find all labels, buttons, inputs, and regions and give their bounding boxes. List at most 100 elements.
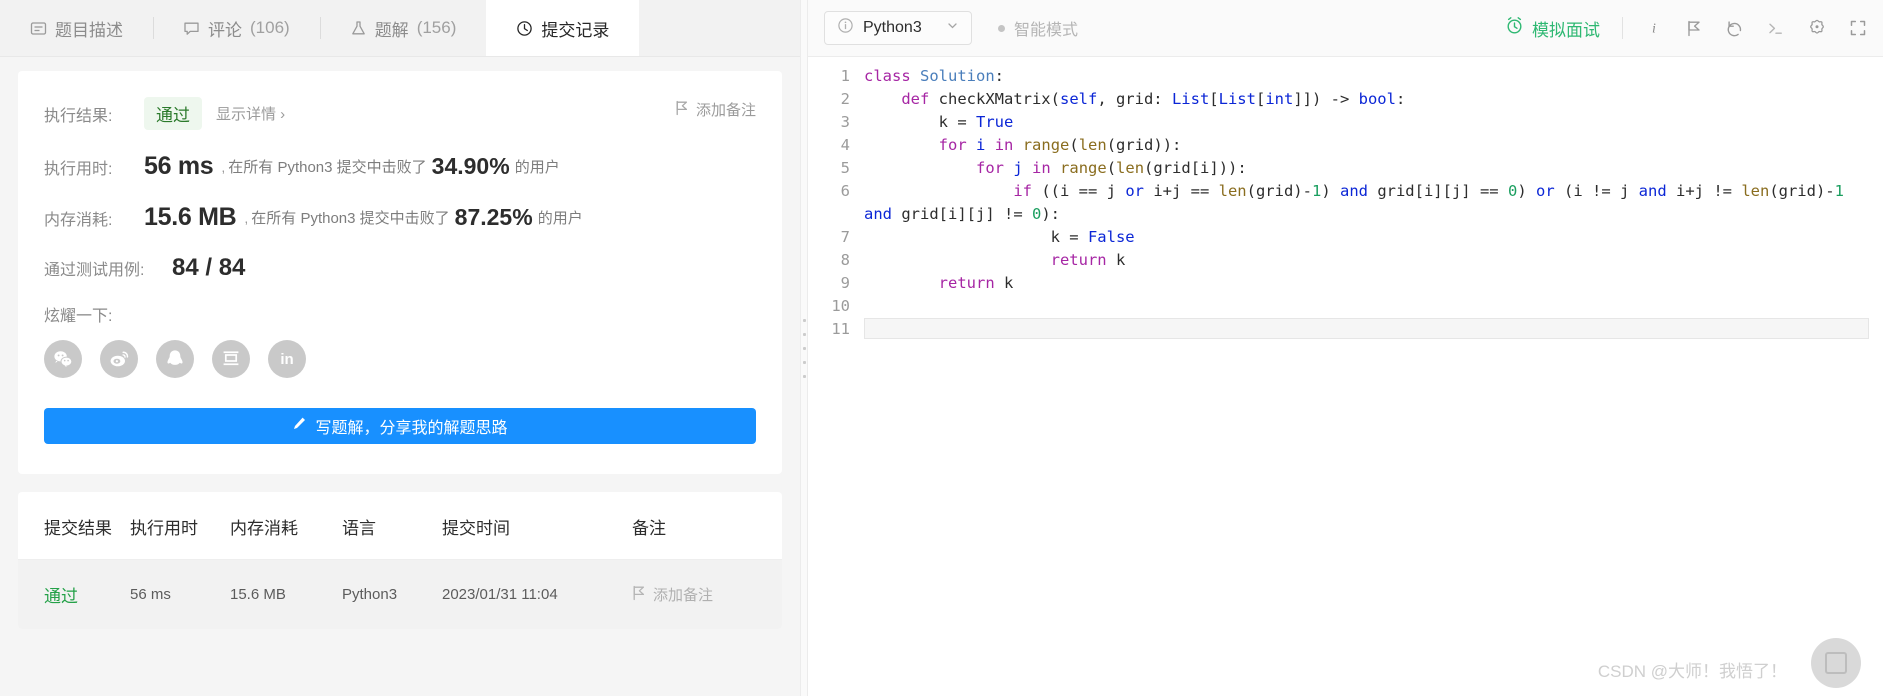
toolbar-divider	[1622, 17, 1623, 39]
memory-percentile: 87.25%	[454, 204, 533, 230]
qq-icon[interactable]	[156, 340, 194, 378]
weibo-icon[interactable]	[100, 340, 138, 378]
runtime-comma: ,	[221, 158, 226, 175]
code-line: 2 def checkXMatrix(self, grid: List[List…	[808, 88, 1883, 111]
editor-toolbar-right: 模拟面试 i	[1505, 16, 1867, 41]
mock-interview-button[interactable]: 模拟面试	[1505, 16, 1600, 41]
tab-label: 题目描述	[55, 20, 123, 40]
code-text: k = False	[864, 228, 1135, 246]
code-line: 7 k = False	[808, 226, 1883, 249]
line-number: 5	[840, 159, 850, 177]
table-header-row: 提交结果 执行用时 内存消耗 语言 提交时间 备注	[18, 492, 782, 560]
runtime-row: 执行用时: 56 ms , 在所有 Python3 提交中击败了 34.90% …	[44, 152, 756, 181]
tab-solutions[interactable]: 题解 (156)	[319, 0, 487, 56]
runtime-suffix: 的用户	[514, 159, 560, 176]
cell-runtime: 56 ms	[130, 559, 230, 629]
watermark-text: CSDN @大师！我悟了！	[1597, 662, 1787, 681]
editor-panel: Python3 智能模式 模拟面试 i 1 class Solution: 2 …	[808, 0, 1883, 696]
splitter-dot	[802, 332, 806, 336]
write-solution-button[interactable]: 写题解，分享我的解题思路	[44, 408, 756, 444]
code-text: def checkXMatrix(self, grid: List[List[i…	[901, 90, 1406, 108]
tab-label: 评论	[208, 20, 242, 40]
th-runtime: 执行用时	[130, 492, 230, 560]
code-text: k = True	[864, 113, 1014, 131]
line-number: 3	[840, 113, 850, 131]
wechat-icon[interactable]	[44, 340, 82, 378]
console-icon[interactable]	[1766, 19, 1785, 38]
memory-suffix: 的用户	[537, 210, 583, 227]
row-status[interactable]: 通过	[44, 587, 78, 606]
panel-splitter[interactable]	[800, 0, 808, 696]
line-number: 2	[840, 90, 850, 108]
tab-submissions[interactable]: 提交记录	[486, 0, 640, 56]
expand-glyph	[1825, 652, 1847, 674]
language-selector[interactable]: Python3	[824, 11, 972, 45]
th-timestamp: 提交时间	[442, 492, 632, 560]
code-line: 9 return k	[808, 272, 1883, 295]
tab-description[interactable]: 题目描述	[0, 0, 153, 56]
leetcode-submission-page: 题目描述 评论 (106) 题解 (156) 提交记录 添加备注 执行结果: 通…	[0, 0, 1883, 696]
code-text: if ((i == j or i+j == len(grid)-1) and g…	[864, 182, 1844, 223]
line-number: 8	[840, 251, 850, 269]
code-line-active: 11	[808, 318, 1883, 341]
testcase-label: 通过测试用例:	[44, 262, 145, 279]
info-icon[interactable]: i	[1645, 19, 1663, 37]
splitter-dot	[802, 360, 806, 364]
tab-comments[interactable]: 评论 (106)	[153, 0, 320, 56]
undo-icon[interactable]	[1725, 19, 1744, 38]
tab-count: (156)	[416, 18, 457, 37]
tab-label: 题解	[374, 20, 409, 40]
status-badge: 通过	[144, 97, 202, 130]
exec-result-row: 执行结果: 通过 显示详情 ›	[44, 97, 756, 130]
editor-toolbar: Python3 智能模式 模拟面试 i	[808, 0, 1883, 57]
mock-interview-label: 模拟面试	[1532, 20, 1600, 40]
alarm-clock-icon	[1505, 16, 1524, 40]
splitter-dot	[802, 346, 806, 350]
runtime-beat-text: 在所有 Python3 提交中击败了	[228, 159, 427, 176]
submissions-table: 提交结果 执行用时 内存消耗 语言 提交时间 备注 通过 56 ms 15.6 …	[18, 492, 782, 629]
runtime-value: 56 ms	[144, 152, 214, 180]
code-line: 3 k = True	[808, 111, 1883, 134]
line-number: 1	[840, 67, 850, 85]
cell-language: Python3	[342, 559, 442, 629]
memory-value: 15.6 MB	[144, 203, 237, 231]
code-line: 10	[808, 295, 1883, 318]
status-dot-icon	[998, 24, 1005, 32]
code-line: 8 return k	[808, 249, 1883, 272]
write-solution-label: 写题解，分享我的解题思路	[315, 420, 508, 437]
flag-icon[interactable]	[1685, 19, 1703, 38]
memory-beat-text: 在所有 Python3 提交中击败了	[251, 210, 450, 227]
runtime-percentile: 34.90%	[431, 153, 510, 179]
line-number: 10	[831, 297, 850, 315]
add-note-button[interactable]: 添加备注	[675, 99, 756, 120]
th-memory: 内存消耗	[230, 492, 342, 560]
th-language: 语言	[342, 492, 442, 560]
cell-memory: 15.6 MB	[230, 559, 342, 629]
code-text: for j in range(len(grid[i])):	[975, 159, 1247, 177]
exec-result-label: 执行结果:	[44, 107, 113, 125]
show-detail-link[interactable]: 显示详情 ›	[216, 103, 285, 124]
code-editor[interactable]: 1 class Solution: 2 def checkXMatrix(sel…	[808, 57, 1883, 696]
th-note: 备注	[632, 492, 782, 560]
th-result: 提交结果	[18, 492, 130, 560]
cell-note: 添加备注	[632, 559, 782, 629]
tab-count: (106)	[250, 18, 290, 37]
result-card: 添加备注 执行结果: 通过 显示详情 › 执行用时: 56 ms , 在所有 P…	[18, 71, 782, 474]
memory-label: 内存消耗:	[44, 211, 113, 229]
flag-icon	[632, 585, 646, 605]
table-row[interactable]: 通过 56 ms 15.6 MB Python3 2023/01/31 11:0…	[18, 559, 782, 629]
language-label: Python3	[863, 19, 922, 36]
testcase-row: 通过测试用例: 84 / 84	[44, 254, 756, 282]
douban-icon[interactable]	[212, 340, 250, 378]
code-text: class Solution:	[864, 67, 1005, 85]
linkedin-icon[interactable]: in	[268, 340, 306, 378]
gear-icon[interactable]	[1807, 18, 1827, 38]
smart-mode-toggle[interactable]: 智能模式	[998, 16, 1078, 40]
submissions-table-card: 提交结果 执行用时 内存消耗 语言 提交时间 备注 通过 56 ms 15.6 …	[18, 492, 782, 629]
splitter-dot	[802, 374, 806, 378]
cell-timestamp: 2023/01/31 11:04	[442, 559, 632, 629]
expand-icon[interactable]	[1811, 638, 1861, 688]
row-add-note-button[interactable]: 添加备注	[632, 584, 782, 605]
fullscreen-icon[interactable]	[1849, 19, 1867, 37]
code-line: 4 for i in range(len(grid)):	[808, 134, 1883, 157]
